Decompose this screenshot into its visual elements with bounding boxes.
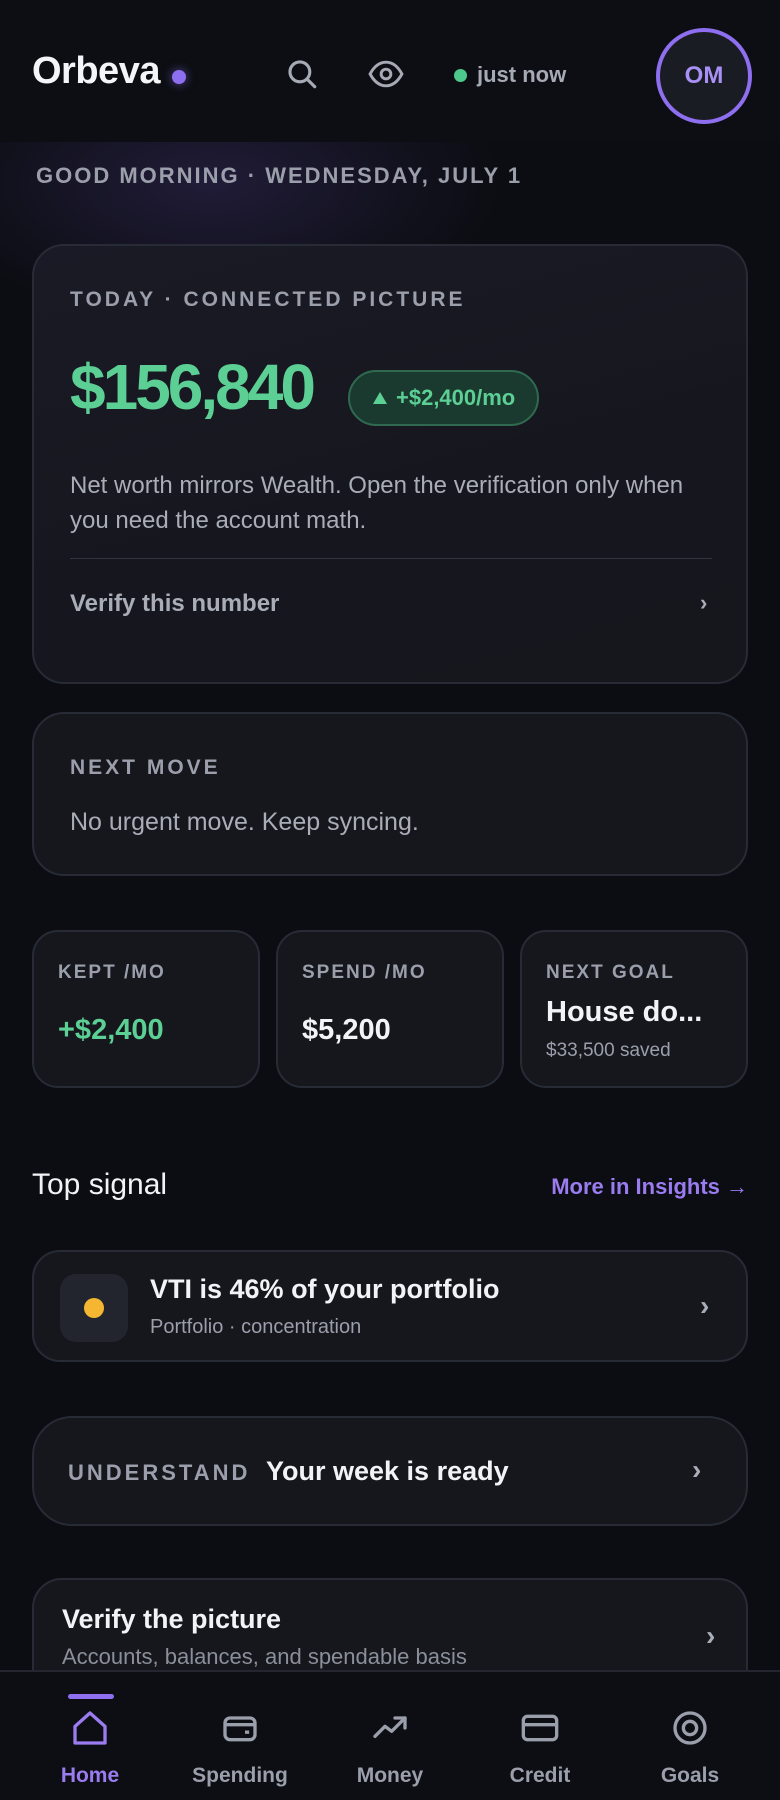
chevron-right-icon[interactable]: › <box>700 590 707 616</box>
net-worth-delta-text: +$2,400/mo <box>396 385 516 410</box>
stat-goal-name: House do... <box>546 996 703 1028</box>
bottom-tab-bar: Home Spending Money Credit Goals <box>0 1670 780 1800</box>
verify-picture-subtitle: Accounts, balances, and spendable basis <box>62 1644 467 1669</box>
sync-status: just now <box>454 62 566 88</box>
chevron-right-icon: › <box>692 1454 702 1485</box>
stat-spend-label: SPEND /MO <box>302 962 427 983</box>
triangle-up-icon <box>373 392 387 404</box>
net-worth-description: Net worth mirrors Wealth. Open the verif… <box>70 472 684 534</box>
understand-title: Your week is ready <box>266 1456 509 1486</box>
tab-credit[interactable]: Credit <box>462 1672 618 1800</box>
stat-goal-card[interactable]: NEXT GOAL House do... $33,500 saved <box>520 930 748 1088</box>
signal-title: VTI is 46% of your portfolio <box>150 1274 500 1304</box>
stat-kept-value: +$2,400 <box>58 1014 164 1046</box>
next-move-card: NEXT MOVE No urgent move. Keep syncing. <box>32 712 748 876</box>
stat-goal-saved: $33,500 saved <box>546 1040 671 1061</box>
tab-goals[interactable]: Goals <box>612 1672 768 1800</box>
warning-dot-icon <box>84 1298 104 1318</box>
sync-dot-icon <box>454 68 467 82</box>
app-header: Orbeva just now OM <box>0 0 780 142</box>
search-icon[interactable] <box>284 56 320 92</box>
stat-spend-value: $5,200 <box>302 1014 391 1046</box>
home-icon <box>68 1706 112 1750</box>
target-icon <box>668 1706 712 1750</box>
signal-subtitle: Portfolio · concentration <box>150 1316 362 1338</box>
tab-money-label: Money <box>356 1764 424 1787</box>
understand-eyebrow: UNDERSTAND <box>68 1460 251 1485</box>
verify-picture-title: Verify the picture <box>62 1604 282 1634</box>
stat-goal-label: NEXT GOAL <box>546 962 675 983</box>
divider <box>70 558 712 559</box>
next-move-text: No urgent move. Keep syncing. <box>70 808 419 836</box>
tab-spending-label: Spending <box>192 1764 288 1787</box>
eye-icon[interactable] <box>368 56 404 92</box>
credit-card-icon <box>518 1706 562 1750</box>
net-worth-card: TODAY · CONNECTED PICTURE $156,840 +$2,4… <box>32 244 748 684</box>
tab-home[interactable]: Home <box>12 1672 168 1800</box>
chevron-right-icon: › <box>706 1620 716 1651</box>
understand-card[interactable]: UNDERSTAND Your week is ready › <box>32 1416 748 1526</box>
tab-home-label: Home <box>60 1764 120 1787</box>
more-insights-link[interactable]: More in Insights → <box>551 1174 748 1200</box>
stat-spend-card[interactable]: SPEND /MO $5,200 <box>276 930 504 1088</box>
tab-money[interactable]: Money <box>312 1672 468 1800</box>
tab-goals-label: Goals <box>660 1764 720 1787</box>
trend-up-icon <box>368 1706 412 1750</box>
signal-item[interactable]: VTI is 46% of your portfolio Portfolio ·… <box>32 1250 748 1362</box>
top-signal-title: Top signal <box>32 1168 168 1201</box>
next-move-eyebrow: NEXT MOVE <box>70 756 221 779</box>
tab-active-indicator <box>68 1694 114 1699</box>
net-worth-delta-badge: +$2,400/mo <box>348 370 540 426</box>
stat-kept-card[interactable]: KEPT /MO +$2,400 <box>32 930 260 1088</box>
tab-credit-label: Credit <box>509 1764 571 1787</box>
brand-status-dot <box>172 70 186 84</box>
verify-number-link[interactable]: Verify this number <box>70 590 279 618</box>
wallet-icon <box>218 1706 262 1750</box>
brand-logo: Orbeva <box>32 50 160 92</box>
signal-icon <box>60 1274 128 1342</box>
chevron-right-icon: › <box>700 1290 710 1321</box>
net-worth-eyebrow: TODAY · CONNECTED PICTURE <box>70 288 466 311</box>
sync-status-text: just now <box>477 62 567 87</box>
tab-spending[interactable]: Spending <box>162 1672 318 1800</box>
avatar[interactable]: OM <box>656 28 752 124</box>
stat-kept-label: KEPT /MO <box>58 962 166 983</box>
greeting: GOOD MORNING · WEDNESDAY, JULY 1 <box>36 163 523 188</box>
net-worth-value: $156,840 <box>70 351 316 423</box>
